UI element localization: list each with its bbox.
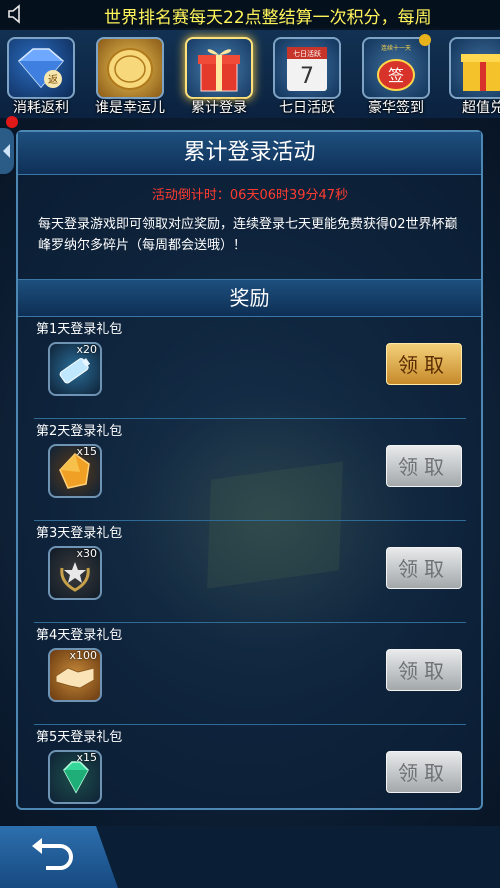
alert-badge-icon bbox=[419, 34, 431, 46]
reward-row: 第2天登录礼包 x15 领取 bbox=[18, 420, 481, 522]
item-quantity: x15 bbox=[76, 751, 97, 764]
item-quantity: x20 bbox=[76, 343, 97, 356]
claim-button[interactable]: 领取 bbox=[386, 343, 462, 385]
notification-dot-icon bbox=[6, 116, 18, 128]
row-divider bbox=[34, 418, 466, 419]
claim-button[interactable]: 领取 bbox=[386, 547, 462, 589]
coin-icon bbox=[96, 37, 164, 99]
speaker-icon[interactable] bbox=[6, 4, 26, 24]
tab-deluxe-sign-in[interactable]: 连续十一天 签 豪华签到 bbox=[357, 34, 435, 118]
reward-row: 第3天登录礼包 x30 领取 bbox=[18, 522, 481, 624]
announcement-text: 世界排名赛每天22点整结算一次积分，每周 bbox=[104, 8, 432, 28]
countdown-timer: 活动倒计时：06天06时39分47秒 bbox=[151, 188, 349, 203]
calendar-7-icon: 七日活跃 7 bbox=[273, 37, 341, 99]
activity-description: 每天登录游戏即可领取对应奖励，连续登录七天更能免费获得02世界杯巅峰罗纳尔多碎片… bbox=[38, 217, 458, 253]
orange-gem-icon[interactable]: x15 bbox=[48, 444, 102, 498]
energy-drink-icon[interactable]: x20 bbox=[48, 342, 102, 396]
back-arrow-icon bbox=[32, 838, 73, 870]
claim-button[interactable]: 领取 bbox=[386, 445, 462, 487]
tab-cumulative-login[interactable]: 累计登录 bbox=[180, 34, 258, 118]
item-quantity: x30 bbox=[76, 547, 97, 560]
tab-lucky-one[interactable]: 谁是幸运儿 bbox=[91, 34, 169, 118]
reward-day-label: 第3天登录礼包 bbox=[36, 526, 123, 541]
tab-seven-day-active[interactable]: 七日活跃 7 七日活跃 bbox=[268, 34, 346, 118]
diamond-icon: 返 bbox=[7, 37, 75, 99]
tab-label: 七日活跃 bbox=[279, 100, 335, 116]
reward-day-label: 第4天登录礼包 bbox=[36, 628, 123, 643]
handshake-icon[interactable]: x100 bbox=[48, 648, 102, 702]
sign-in-icon: 连续十一天 签 bbox=[362, 37, 430, 99]
reward-day-label: 第2天登录礼包 bbox=[36, 424, 123, 439]
announcement-bar: 世界排名赛每天22点整结算一次积分，每周 bbox=[0, 0, 500, 28]
tab-label: 超值兑 bbox=[462, 100, 500, 116]
svg-text:签: 签 bbox=[388, 66, 404, 85]
claim-button[interactable]: 领取 bbox=[386, 649, 462, 691]
reward-day-label: 第1天登录礼包 bbox=[36, 322, 123, 337]
activity-tab-bar: 返 消耗返利 谁是幸运儿 累计登录 七日活跃 7 七日活跃 连续十一天 签 豪华… bbox=[0, 30, 500, 118]
reward-section-header: 奖励 bbox=[18, 279, 481, 317]
reward-row: 第4天登录礼包 x100 领取 bbox=[18, 624, 481, 726]
svg-text:7: 7 bbox=[300, 64, 314, 89]
svg-text:连续十一天: 连续十一天 bbox=[381, 44, 411, 52]
tab-label: 累计登录 bbox=[191, 100, 247, 116]
item-quantity: x15 bbox=[76, 445, 97, 458]
star-laurel-icon[interactable]: x30 bbox=[48, 546, 102, 600]
tab-label: 消耗返利 bbox=[13, 100, 69, 116]
tab-label: 谁是幸运儿 bbox=[95, 100, 165, 116]
claim-button[interactable]: 领取 bbox=[386, 751, 462, 793]
panel-title: 累计登录活动 bbox=[18, 132, 481, 175]
row-divider bbox=[34, 622, 466, 623]
gift-box-icon bbox=[185, 37, 253, 99]
reward-row: 第1天登录礼包 x20 领取 bbox=[18, 318, 481, 420]
item-quantity: x100 bbox=[69, 649, 97, 662]
gift-box-yellow-icon bbox=[449, 37, 500, 99]
tab-consume-rebate[interactable]: 返 消耗返利 bbox=[2, 34, 80, 118]
row-divider bbox=[34, 520, 466, 521]
reward-row: 第5天登录礼包 x15 领取 bbox=[18, 726, 481, 828]
svg-text:返: 返 bbox=[48, 74, 58, 86]
collapse-arrow-button[interactable] bbox=[0, 128, 14, 174]
row-divider bbox=[34, 724, 466, 725]
tab-value-exchange[interactable]: 超值兑 bbox=[444, 34, 500, 118]
green-gem-icon[interactable]: x15 bbox=[48, 750, 102, 804]
reward-day-label: 第5天登录礼包 bbox=[36, 730, 123, 745]
tab-label: 豪华签到 bbox=[368, 100, 424, 116]
svg-text:七日活跃: 七日活跃 bbox=[293, 49, 321, 58]
